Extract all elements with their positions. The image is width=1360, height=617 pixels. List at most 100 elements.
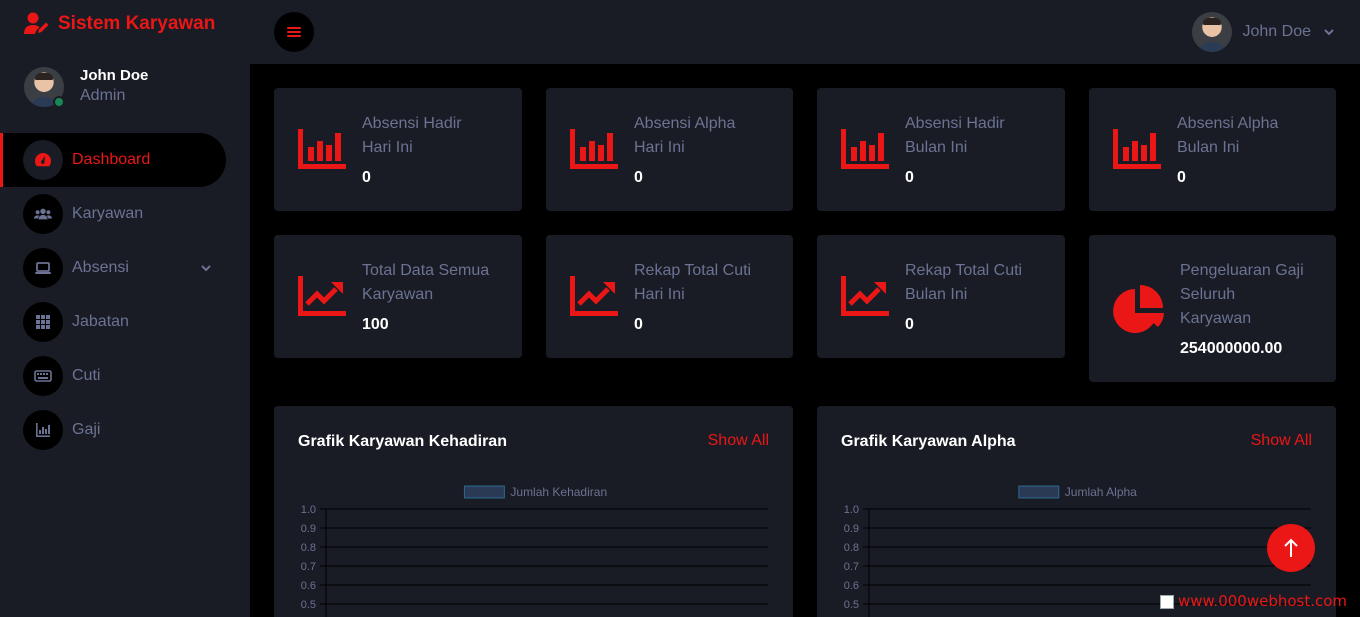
user-edit-icon	[24, 12, 49, 34]
sidebar-item-dashboard[interactable]: Dashboard	[0, 133, 226, 187]
y-tick-label: 0.9	[844, 523, 859, 535]
stat-label: Bulan Ini	[1177, 139, 1240, 156]
host-banner-text: www.000webhost.com	[1178, 592, 1348, 610]
y-tick-label: 0.5	[844, 599, 859, 611]
keyboard-icon	[23, 356, 63, 396]
user-menu-name: John Doe	[1242, 23, 1312, 40]
stat-value: 0	[905, 316, 914, 333]
stat-label: Hari Ini	[634, 286, 685, 303]
stat-label: Bulan Ini	[905, 139, 968, 156]
chevron-down-icon	[1324, 29, 1334, 36]
chart-line-icon	[841, 276, 889, 316]
y-tick-label: 0.5	[301, 599, 316, 611]
stat-label: Karyawan	[362, 286, 434, 303]
arrow-up-icon	[1284, 538, 1298, 557]
chart-bar-icon	[570, 129, 618, 169]
user-menu-dropdown[interactable]: John Doe	[1191, 12, 1337, 52]
stat-label: Bulan Ini	[905, 286, 968, 303]
avatar	[1191, 12, 1232, 52]
chart-line-icon	[298, 276, 346, 316]
sidebar-item-label: Absensi	[72, 259, 129, 276]
show-all-link[interactable]: Show All	[1251, 432, 1312, 450]
y-tick-label: 0.9	[301, 523, 316, 535]
stat-card-cuti-bulan: Rekap Total Cuti Bulan Ini 0	[817, 235, 1065, 358]
sidebar-item-label: Cuti	[72, 367, 101, 384]
chart-kehadiran-plot: Jumlah Kehadiran 1.0 0.9 0.8 0.7 0.6 0.5	[301, 485, 768, 617]
laptop-icon	[23, 248, 63, 288]
chart-line-icon	[570, 276, 618, 316]
legend-label: Jumlah Alpha	[1065, 485, 1137, 499]
stat-card-alpha-bulan: Absensi Alpha Bulan Ini 0	[1089, 88, 1336, 211]
sidebar-toggle-button[interactable]	[274, 12, 314, 52]
sidebar-item-label: Gaji	[72, 421, 101, 438]
stat-card-total-karyawan: Total Data Semua Karyawan 100	[274, 235, 522, 358]
profile-role: Admin	[80, 87, 126, 104]
chart-bar-icon	[841, 129, 889, 169]
chart-card-kehadiran: Grafik Karyawan Kehadiran Show All Jumla…	[274, 406, 793, 617]
y-tick-label: 0.6	[301, 580, 316, 592]
profile-name: John Doe	[80, 67, 149, 84]
th-grid-icon	[23, 302, 63, 342]
legend-label: Jumlah Kehadiran	[510, 485, 607, 499]
brand-title: Sistem Karyawan	[58, 13, 216, 34]
stat-label: Pengeluaran Gaji	[1180, 262, 1304, 279]
stat-label: Absensi Hadir	[905, 115, 1005, 132]
stat-card-alpha-hari: Absensi Alpha Hari Ini 0	[546, 88, 793, 211]
bars-icon	[287, 27, 301, 37]
stat-card-cuti-hari: Rekap Total Cuti Hari Ini 0	[546, 235, 793, 358]
stat-value: 254000000.00	[1180, 340, 1283, 357]
host-banner-link[interactable]: www.000webhost.com	[1160, 592, 1347, 610]
stat-value: 0	[362, 169, 371, 186]
stat-label: Absensi Hadir	[362, 115, 462, 132]
online-status-dot	[53, 96, 65, 108]
sidebar-item-label: Karyawan	[72, 205, 144, 222]
y-tick-label: 0.8	[844, 542, 859, 554]
sidebar-item-gaji[interactable]: Gaji	[0, 403, 250, 457]
sidebar-profile: John Doe Admin	[24, 67, 149, 108]
stat-value: 0	[1177, 169, 1186, 186]
stat-label: Karyawan	[1180, 310, 1252, 327]
chart-title: Grafik Karyawan Kehadiran	[298, 433, 507, 450]
stat-label: Hari Ini	[634, 139, 685, 156]
stat-label: Total Data Semua	[362, 262, 490, 279]
stat-card-hadir-hari: Absensi Hadir Hari Ini 0	[274, 88, 522, 211]
chart-card-alpha: Grafik Karyawan Alpha Show All Jumlah Al…	[817, 406, 1336, 617]
y-tick-label: 1.0	[844, 504, 859, 516]
sidebar-item-karyawan[interactable]: Karyawan	[0, 187, 250, 241]
stat-label: Rekap Total Cuti	[634, 262, 752, 279]
topbar: John Doe	[250, 0, 1360, 64]
stat-label: Hari Ini	[362, 139, 413, 156]
chart-pie-icon	[1113, 285, 1164, 333]
y-tick-label: 0.6	[844, 580, 859, 592]
stat-card-pengeluaran-gaji: Pengeluaran Gaji Seluruh Karyawan 25400000…	[1089, 235, 1336, 382]
stat-label: Absensi Alpha	[1177, 115, 1279, 132]
stat-label: Rekap Total Cuti	[905, 262, 1023, 279]
y-tick-label: 0.7	[844, 561, 859, 573]
stat-value: 0	[634, 316, 643, 333]
chart-bar-icon	[1113, 129, 1161, 169]
y-tick-label: 0.7	[301, 561, 316, 573]
chart-title: Grafik Karyawan Alpha	[841, 433, 1016, 450]
stat-label: Seluruh	[1180, 286, 1236, 303]
chevron-down-icon[interactable]	[199, 261, 213, 275]
sidebar-item-label: Dashboard	[72, 151, 151, 168]
y-tick-label: 1.0	[301, 504, 316, 516]
stat-value: 100	[362, 316, 389, 333]
sidebar: Sistem Karyawan John Doe Admin Dashboard…	[0, 0, 250, 617]
brand-link[interactable]: Sistem Karyawan	[24, 12, 215, 36]
sidebar-item-absensi[interactable]: Absensi	[0, 241, 250, 295]
stat-label: Absensi Alpha	[634, 115, 736, 132]
chart-bar-icon	[23, 410, 63, 450]
stat-value: 0	[905, 169, 914, 186]
stat-value: 0	[634, 169, 643, 186]
back-to-top-button[interactable]	[1267, 524, 1315, 572]
legend-swatch	[1018, 485, 1060, 499]
legend-swatch	[463, 485, 505, 499]
y-tick-label: 0.8	[301, 542, 316, 554]
sidebar-item-cuti[interactable]: Cuti	[0, 349, 250, 403]
sidebar-item-label: Jabatan	[72, 313, 129, 330]
chart-bar-icon	[298, 129, 346, 169]
show-all-link[interactable]: Show All	[708, 432, 769, 450]
sidebar-item-jabatan[interactable]: Jabatan	[0, 295, 250, 349]
users-icon	[23, 194, 63, 234]
